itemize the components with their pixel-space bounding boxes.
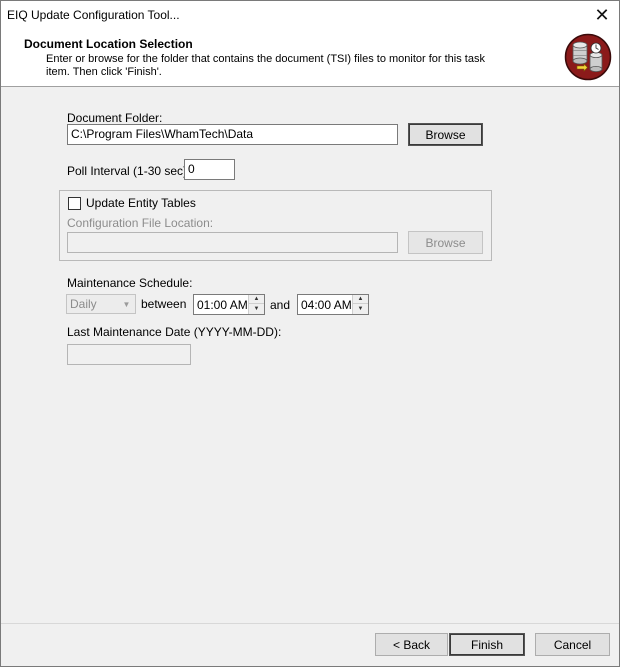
chevron-down-icon: ▼	[122, 299, 131, 309]
poll-interval-label: Poll Interval (1-30 sec):	[67, 164, 191, 178]
spin-up-icon[interactable]: ▲	[353, 295, 368, 304]
wizard-header: Document Location Selection Enter or bro…	[1, 29, 619, 87]
start-time-spinner[interactable]: ▲ ▼	[248, 295, 264, 314]
between-label: between	[141, 297, 187, 311]
start-time-picker[interactable]: 01:00 AM ▲ ▼	[193, 294, 265, 315]
maintenance-schedule-label: Maintenance Schedule:	[67, 276, 193, 290]
browse-folder-button[interactable]: Browse	[408, 123, 483, 146]
start-time-value: 01:00 AM	[197, 298, 248, 312]
frequency-value: Daily	[70, 297, 97, 311]
title-bar[interactable]: EIQ Update Configuration Tool... ✕	[1, 1, 619, 29]
update-entity-tables-checkbox[interactable]	[68, 197, 81, 210]
config-file-location-label: Configuration File Location:	[67, 216, 214, 230]
document-folder-input[interactable]: C:\Program Files\WhamTech\Data	[67, 124, 398, 145]
last-maintenance-date-label: Last Maintenance Date (YYYY-MM-DD):	[67, 325, 282, 339]
poll-interval-input[interactable]: 0	[184, 159, 235, 180]
frequency-select[interactable]: Daily ▼	[66, 294, 136, 314]
window-title: EIQ Update Configuration Tool...	[7, 8, 180, 22]
close-icon: ✕	[594, 4, 610, 25]
document-folder-label: Document Folder:	[67, 111, 163, 125]
header-title: Document Location Selection	[24, 37, 193, 51]
spin-down-icon[interactable]: ▼	[249, 304, 264, 314]
footer-divider	[1, 623, 619, 624]
end-time-picker[interactable]: 04:00 AM ▲ ▼	[297, 294, 369, 315]
back-button[interactable]: < Back	[375, 633, 448, 656]
end-time-value: 04:00 AM	[301, 298, 352, 312]
config-file-location-input[interactable]	[67, 232, 398, 253]
close-button[interactable]: ✕	[585, 1, 619, 29]
update-entity-tables-label[interactable]: Update Entity Tables	[86, 196, 196, 210]
browse-config-button[interactable]: Browse	[408, 231, 483, 254]
cancel-button[interactable]: Cancel	[535, 633, 610, 656]
and-label: and	[270, 298, 291, 312]
spin-down-icon[interactable]: ▼	[353, 304, 368, 314]
finish-button[interactable]: Finish	[449, 633, 525, 656]
end-time-spinner[interactable]: ▲ ▼	[352, 295, 368, 314]
last-maintenance-date-input[interactable]	[67, 344, 191, 365]
database-sync-icon	[564, 33, 612, 81]
header-description: Enter or browse for the folder that cont…	[46, 53, 485, 78]
dialog-window: EIQ Update Configuration Tool... ✕ Docum…	[0, 0, 620, 667]
spin-up-icon[interactable]: ▲	[249, 295, 264, 304]
